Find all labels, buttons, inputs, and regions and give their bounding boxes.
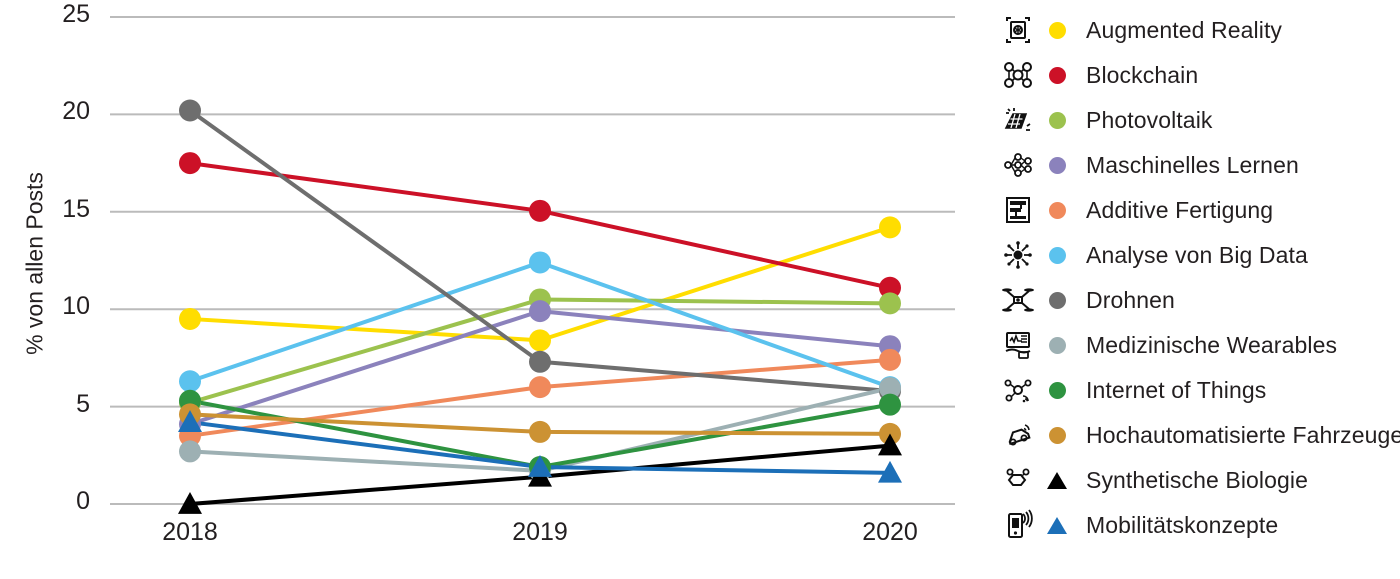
data-point[interactable] bbox=[529, 350, 551, 373]
legend-dot-marker bbox=[1040, 193, 1074, 227]
legend-item-label: Drohnen bbox=[1086, 286, 1175, 313]
mobile-signal-icon bbox=[1000, 507, 1036, 543]
legend-item[interactable]: Hochautomatisierte Fahrzeuge bbox=[1000, 413, 1400, 457]
legend-item-label: Augmented Reality bbox=[1086, 16, 1283, 43]
data-point[interactable] bbox=[529, 420, 551, 443]
data-point[interactable] bbox=[529, 199, 551, 222]
data-point[interactable] bbox=[179, 370, 201, 393]
legend-item[interactable]: Synthetische Biologie bbox=[1000, 458, 1400, 502]
chart-page: 0 5 10 15 20 25 2018 2019 2020 % von allen Post… bbox=[0, 0, 1400, 579]
chart-legend: Augmented Reality Blockchain Photovoltaik M… bbox=[1000, 8, 1400, 573]
legend-item[interactable]: Medizinische Wearables bbox=[1000, 323, 1400, 367]
legend-item[interactable]: Mobilitätskonzepte bbox=[1000, 503, 1400, 547]
legend-dot-marker bbox=[1040, 418, 1074, 452]
legend-triangle-marker bbox=[1040, 508, 1074, 542]
x-tick-label: 2020 bbox=[862, 518, 918, 546]
series-line bbox=[188, 225, 892, 343]
line-chart: 0 5 10 15 20 25 2018 2019 2020 % von allen Post… bbox=[0, 0, 990, 579]
y-tick-label: 5 bbox=[76, 389, 90, 418]
data-point[interactable] bbox=[529, 251, 551, 274]
blockchain-nodes-icon bbox=[1000, 57, 1036, 93]
data-point[interactable] bbox=[529, 329, 551, 352]
legend-triangle-marker bbox=[1040, 463, 1074, 497]
legend-dot-marker bbox=[1040, 328, 1074, 362]
legend-item-label: Photovoltaik bbox=[1086, 106, 1213, 133]
data-point[interactable] bbox=[179, 152, 201, 175]
legend-item-label: Hochautomatisierte Fahrzeuge bbox=[1086, 421, 1400, 448]
legend-item[interactable]: Photovoltaik bbox=[1000, 98, 1400, 142]
legend-dot-marker bbox=[1040, 148, 1074, 182]
solar-panel-icon bbox=[1000, 102, 1036, 138]
x-tick-label: 2019 bbox=[512, 518, 568, 546]
drone-icon bbox=[1000, 282, 1036, 318]
data-point[interactable] bbox=[179, 99, 201, 122]
molecule-icon bbox=[1000, 462, 1036, 498]
legend-item-label: Medizinische Wearables bbox=[1086, 331, 1338, 358]
legend-item-label: Internet of Things bbox=[1086, 376, 1267, 403]
data-point[interactable] bbox=[179, 307, 201, 330]
legend-item[interactable]: Additive Fertigung bbox=[1000, 188, 1400, 232]
legend-item-label: Blockchain bbox=[1086, 61, 1199, 88]
y-tick-label: 25 bbox=[62, 0, 90, 28]
medical-wearable-icon bbox=[1000, 327, 1036, 363]
data-point[interactable] bbox=[879, 292, 901, 315]
legend-item[interactable]: Blockchain bbox=[1000, 53, 1400, 97]
data-point[interactable] bbox=[529, 376, 551, 399]
legend-dot-marker bbox=[1040, 58, 1074, 92]
y-tick-label: 20 bbox=[62, 97, 90, 126]
data-point[interactable] bbox=[879, 348, 901, 371]
data-point[interactable] bbox=[529, 300, 551, 323]
legend-dot-marker bbox=[1040, 103, 1074, 137]
big-data-icon bbox=[1000, 237, 1036, 273]
3d-printer-icon bbox=[1000, 192, 1036, 228]
data-point[interactable] bbox=[879, 216, 901, 239]
x-tick-label: 2018 bbox=[162, 518, 218, 546]
legend-dot-marker bbox=[1040, 13, 1074, 47]
legend-item[interactable]: Augmented Reality bbox=[1000, 8, 1400, 52]
legend-item-label: Maschinelles Lernen bbox=[1086, 151, 1299, 178]
legend-dot-marker bbox=[1040, 238, 1074, 272]
ar-cube-icon bbox=[1000, 12, 1036, 48]
data-point[interactable] bbox=[179, 440, 201, 463]
data-point[interactable] bbox=[879, 393, 901, 416]
y-tick-label: 0 bbox=[76, 487, 90, 515]
legend-item[interactable]: Maschinelles Lernen bbox=[1000, 143, 1400, 187]
autonomous-vehicle-icon bbox=[1000, 417, 1036, 453]
legend-item-label: Mobilitätskonzepte bbox=[1086, 511, 1279, 538]
legend-item[interactable]: Drohnen bbox=[1000, 278, 1400, 322]
legend-item-label: Synthetische Biologie bbox=[1086, 466, 1309, 493]
legend-item-label: Analyse von Big Data bbox=[1086, 241, 1308, 268]
iot-network-icon bbox=[1000, 372, 1036, 408]
legend-dot-marker bbox=[1040, 373, 1074, 407]
legend-item[interactable]: Internet of Things bbox=[1000, 368, 1400, 412]
neural-network-icon bbox=[1000, 147, 1036, 183]
y-axis-title: % von allen Posts bbox=[21, 172, 48, 355]
plot-canvas bbox=[110, 16, 955, 514]
legend-item-label: Additive Fertigung bbox=[1086, 196, 1274, 223]
legend-item[interactable]: Analyse von Big Data bbox=[1000, 233, 1400, 277]
legend-dot-marker bbox=[1040, 283, 1074, 317]
